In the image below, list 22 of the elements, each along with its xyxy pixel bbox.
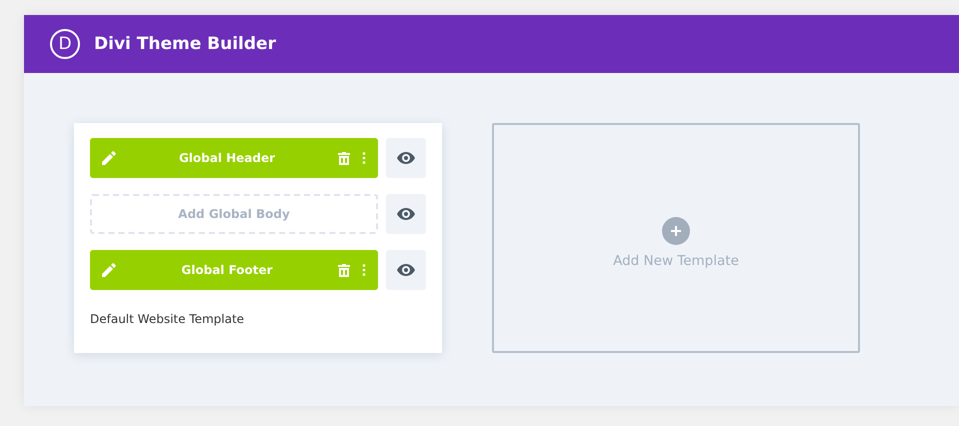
visibility-button[interactable] — [386, 194, 426, 234]
visibility-button[interactable] — [386, 138, 426, 178]
more-icon[interactable] — [362, 152, 366, 164]
template-area-bar[interactable]: Global Header — [90, 138, 378, 178]
logo: D — [50, 29, 80, 59]
add-area-button[interactable]: Add Global Body — [90, 194, 378, 234]
visibility-button[interactable] — [386, 250, 426, 290]
eye-icon — [397, 152, 415, 164]
eye-icon — [397, 264, 415, 276]
pencil-icon[interactable] — [102, 151, 116, 165]
template-name: Default Website Template — [90, 312, 246, 326]
pencil-icon[interactable] — [102, 263, 116, 277]
plus-icon — [662, 216, 690, 244]
area-label: Global Footer — [180, 263, 274, 277]
area-label: Global Header — [178, 151, 276, 165]
window-title: Divi Theme Builder — [94, 34, 276, 54]
more-icon[interactable] — [362, 264, 366, 276]
add-template-button[interactable]: Add New Template — [492, 123, 860, 353]
trash-icon[interactable] — [338, 152, 350, 164]
template-area-bar[interactable]: Global Footer — [90, 250, 378, 290]
eye-icon — [397, 208, 415, 220]
trash-icon[interactable] — [338, 264, 350, 276]
